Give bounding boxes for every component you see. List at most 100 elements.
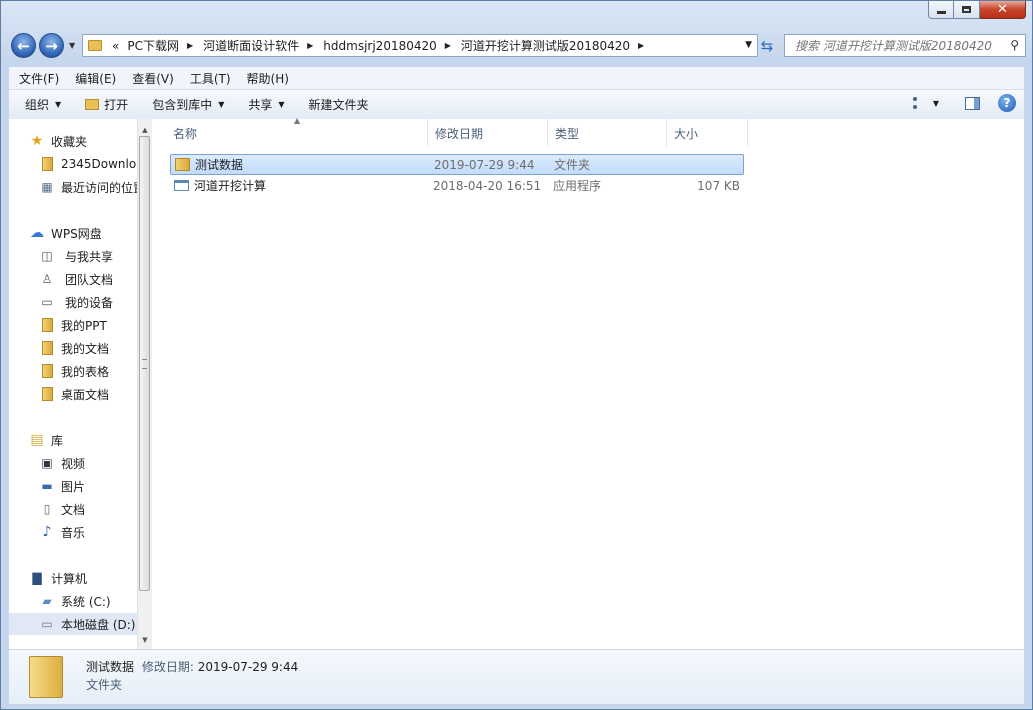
nav-favorites[interactable]: ★ 收藏夹 [29, 130, 137, 152]
nav-wps[interactable]: ☁ WPS网盘 [29, 222, 137, 244]
music-icon: ♪ [42, 524, 52, 540]
nav-item-my-sheets[interactable]: 我的表格 [39, 360, 137, 382]
application-icon [174, 178, 190, 192]
nav-item-my-ppt[interactable]: 我的PPT [39, 314, 137, 336]
file-row[interactable]: 测试数据 2019-07-29 9:44 文件夹 [170, 154, 744, 175]
view-dropdown-icon[interactable]: ▼ [933, 99, 939, 108]
file-row[interactable]: 河道开挖计算 2018-04-20 16:51 应用程序 107 KB [170, 175, 744, 196]
file-type: 应用程序 [553, 179, 602, 193]
minimize-button[interactable] [928, 1, 954, 19]
nav-computer[interactable]: ▇ 计算机 [29, 567, 137, 589]
nav-item-documents[interactable]: ▯ 文档 [39, 498, 137, 520]
scroll-up-icon[interactable]: ▲ [138, 123, 152, 137]
include-in-library-button[interactable]: 包含到库中 ▼ [144, 96, 232, 113]
team-icon: ♙ [41, 272, 53, 286]
breadcrumb-chevron-icon[interactable]: ▶ [638, 41, 644, 50]
breadcrumb-overflow[interactable]: « [112, 39, 119, 53]
nav-item-music[interactable]: ♪ 音乐 [39, 521, 137, 543]
column-header-modified[interactable]: 修改日期 [428, 119, 548, 147]
column-header-name[interactable]: 名称 ▲ [166, 116, 428, 147]
nav-item-drive-c[interactable]: ▰ 系统 (C:) [39, 590, 137, 612]
breadcrumb-item[interactable]: 河道开挖计算测试版20180420 [461, 37, 630, 54]
recent-pages-dropdown[interactable]: ▼ [69, 41, 77, 50]
file-name: 测试数据 [195, 158, 244, 172]
file-size: 107 KB [697, 178, 740, 193]
nav-item-desktop-docs[interactable]: 桌面文档 [39, 383, 137, 405]
open-button[interactable]: 打开 [77, 96, 136, 113]
forward-button[interactable]: → [39, 33, 64, 58]
nav-item-my-docs[interactable]: 我的文档 [39, 337, 137, 359]
address-dropdown-icon[interactable]: ▼ [745, 40, 752, 50]
nav-label: 我的PPT [61, 318, 107, 333]
nav-label: 本地磁盘 (D:) [61, 617, 136, 632]
new-folder-button[interactable]: 新建文件夹 [301, 96, 377, 113]
scroll-grip [142, 359, 147, 369]
nav-library[interactable]: ▤ 库 [29, 429, 137, 451]
library-icon: ▤ [30, 432, 44, 448]
breadcrumb-item[interactable]: 河道断面设计软件 [203, 37, 299, 54]
organize-label: 组织 [25, 98, 50, 112]
nav-label: 桌面文档 [61, 387, 110, 402]
back-arrow-icon: ← [17, 36, 30, 55]
nav-item-pictures[interactable]: ▬ 图片 [39, 475, 137, 497]
menu-view[interactable]: 查看(V) [126, 70, 180, 87]
organize-button[interactable]: 组织 ▼ [17, 96, 69, 113]
nav-item-videos[interactable]: ▣ 视频 [39, 452, 137, 474]
folder-icon [39, 157, 55, 171]
nav-item-shared[interactable]: ◫ 与我共享 [39, 245, 137, 267]
share-button[interactable]: 共享 ▼ [240, 96, 292, 113]
menu-tools[interactable]: 工具(T) [184, 70, 237, 87]
nav-label: 2345Downloads [61, 157, 137, 171]
computer-icon: ▇ [32, 571, 42, 585]
nav-item-downloads[interactable]: 2345Downloads [39, 153, 137, 175]
breadcrumb-item[interactable]: PC下载网 [127, 37, 179, 54]
preview-pane-icon[interactable] [965, 96, 980, 110]
nav-item-recent[interactable]: ▦ 最近访问的位置 [39, 176, 137, 198]
share-label: 共享 [248, 98, 273, 112]
address-bar[interactable]: « PC下载网 ▶ 河道断面设计软件 ▶ hddmsjrj20180420 ▶ … [82, 34, 758, 57]
nav-label: 图片 [61, 479, 86, 494]
menu-edit[interactable]: 编辑(E) [69, 70, 122, 87]
include-label: 包含到库中 [152, 98, 213, 112]
nav-label: 最近访问的位置 [61, 180, 137, 195]
close-icon: ✕ [997, 2, 1008, 17]
nav-label: 音乐 [61, 525, 86, 540]
nav-item-drive-d[interactable]: ▭ 本地磁盘 (D:) [9, 613, 137, 635]
help-icon[interactable]: ? [998, 94, 1016, 112]
menu-file[interactable]: 文件(F) [13, 70, 65, 87]
menu-help[interactable]: 帮助(H) [241, 70, 295, 87]
column-label: 类型 [555, 126, 580, 141]
scroll-thumb[interactable] [139, 136, 150, 591]
breadcrumb-chevron-icon[interactable]: ▶ [187, 41, 193, 50]
file-list: 名称 ▲ 修改日期 类型 大小 测试数据 2019-07-29 9:44 文件夹 … [166, 116, 1024, 649]
refresh-button[interactable]: ⇆ [755, 34, 779, 57]
column-header-type[interactable]: 类型 [548, 119, 667, 147]
refresh-icon: ⇆ [760, 36, 774, 55]
forward-arrow-icon: → [45, 36, 58, 55]
minimize-icon [936, 11, 946, 14]
column-label: 名称 [173, 126, 198, 141]
nav-scrollbar[interactable]: ▲ ▼ [137, 119, 152, 649]
column-header-size[interactable]: 大小 [667, 119, 748, 147]
scroll-down-icon[interactable]: ▼ [138, 633, 152, 647]
details-name: 测试数据 [86, 660, 135, 674]
search-box[interactable]: ⚲ [784, 34, 1026, 57]
nav-label: 库 [51, 433, 64, 448]
breadcrumb-chevron-icon[interactable]: ▶ [307, 41, 313, 50]
view-options-icon[interactable] [912, 97, 929, 109]
back-button[interactable]: ← [11, 33, 36, 58]
details-type: 文件夹 [86, 678, 123, 692]
nav-item-devices[interactable]: ▭ 我的设备 [39, 291, 137, 313]
nav-item-team-docs[interactable]: ♙ 团队文档 [39, 268, 137, 290]
search-input[interactable] [793, 37, 1009, 54]
column-label: 大小 [674, 126, 699, 141]
folder-icon [39, 341, 55, 355]
breadcrumb-chevron-icon[interactable]: ▶ [445, 41, 451, 50]
close-button[interactable]: ✕ [980, 1, 1026, 19]
breadcrumb-item[interactable]: hddmsjrj20180420 [323, 39, 436, 53]
file-modified: 2018-04-20 16:51 [433, 178, 542, 193]
search-icon[interactable]: ⚲ [1010, 38, 1019, 52]
picture-icon: ▬ [41, 479, 53, 493]
maximize-button[interactable] [954, 1, 980, 19]
sort-ascending-icon: ▲ [294, 116, 301, 125]
